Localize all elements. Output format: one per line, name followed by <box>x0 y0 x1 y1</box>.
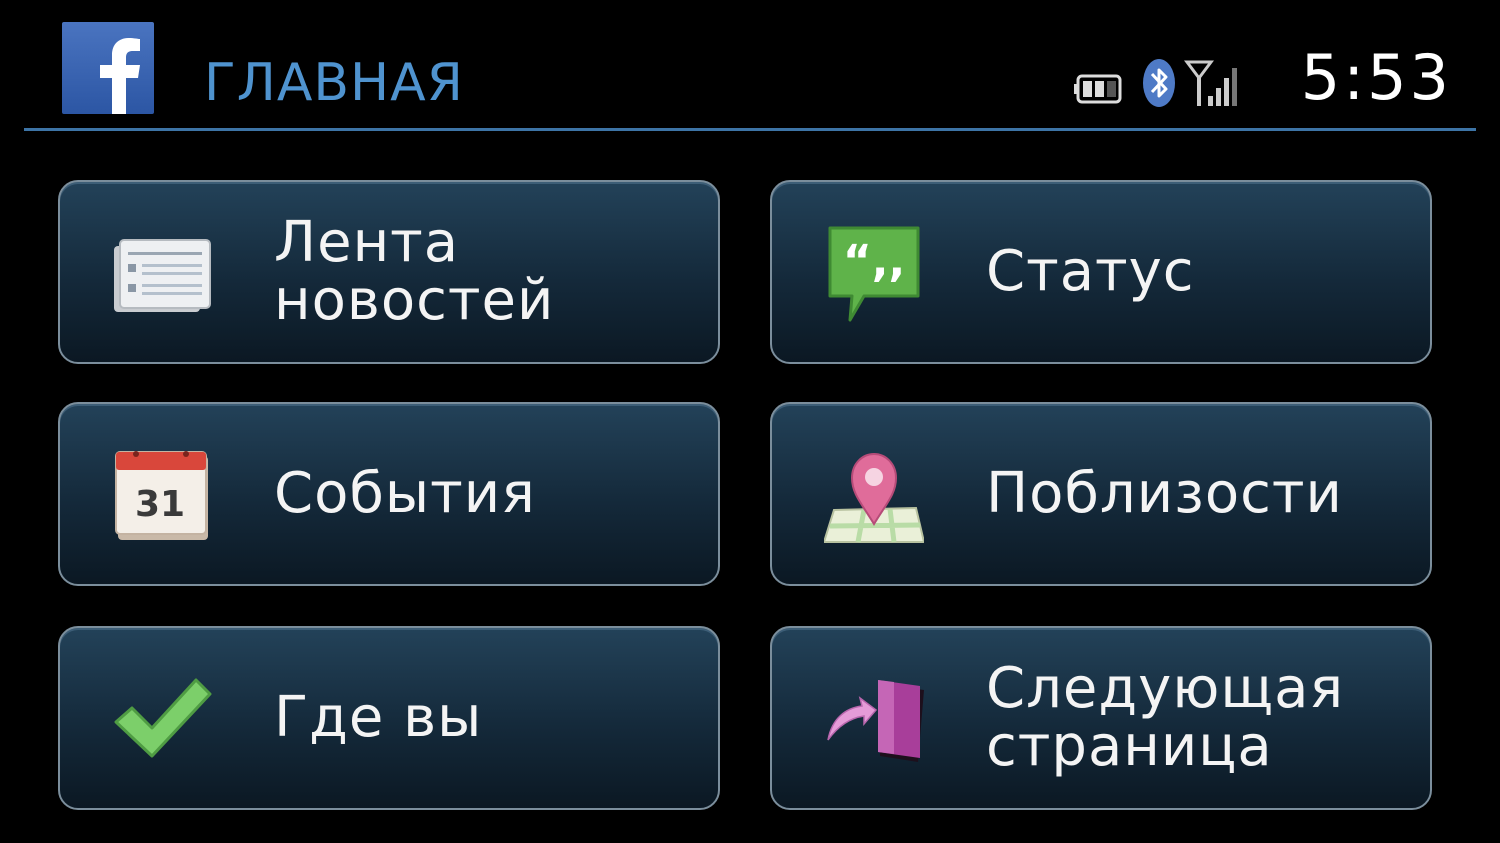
tile-label: Поблизости <box>986 461 1343 526</box>
tile-news-feed[interactable]: Лента новостей <box>58 180 720 364</box>
svg-text:31: 31 <box>135 484 185 525</box>
bluetooth-icon <box>1143 59 1175 107</box>
header-divider <box>24 128 1476 131</box>
tile-label: Следующая страница <box>986 656 1345 779</box>
tile-nearby[interactable]: Поблизости <box>770 402 1432 586</box>
tile-check-in[interactable]: Где вы <box>58 626 720 810</box>
svg-text:“,,: “,, <box>843 236 905 287</box>
tile-label: Статус <box>986 239 1195 304</box>
tile-label: События <box>274 461 536 526</box>
calendar-icon: 31 <box>115 451 208 540</box>
home-screen: ГЛАВНАЯ 5:53 Лента новостей “,, Статус 3… <box>0 0 1500 843</box>
tile-label: Лента новостей <box>274 210 555 333</box>
facebook-logo-icon <box>62 22 154 114</box>
tile-status[interactable]: “,, Статус <box>770 180 1432 364</box>
tile-next-page[interactable]: Следующая страница <box>770 626 1432 810</box>
clock: 5:53 <box>1300 41 1452 114</box>
next-page-icon <box>827 680 924 762</box>
signal-icon <box>1184 60 1237 106</box>
quote-bubble-icon: “,, <box>828 226 920 322</box>
tile-label: Где вы <box>274 685 483 750</box>
checkmark-icon <box>114 678 212 758</box>
header-bar: ГЛАВНАЯ 5:53 <box>0 0 1500 132</box>
tile-events[interactable]: 31 События <box>58 402 720 586</box>
battery-icon <box>1074 74 1122 104</box>
map-pin-icon <box>824 452 924 543</box>
page-title: ГЛАВНАЯ <box>204 53 464 113</box>
newspaper-icon <box>114 239 211 312</box>
